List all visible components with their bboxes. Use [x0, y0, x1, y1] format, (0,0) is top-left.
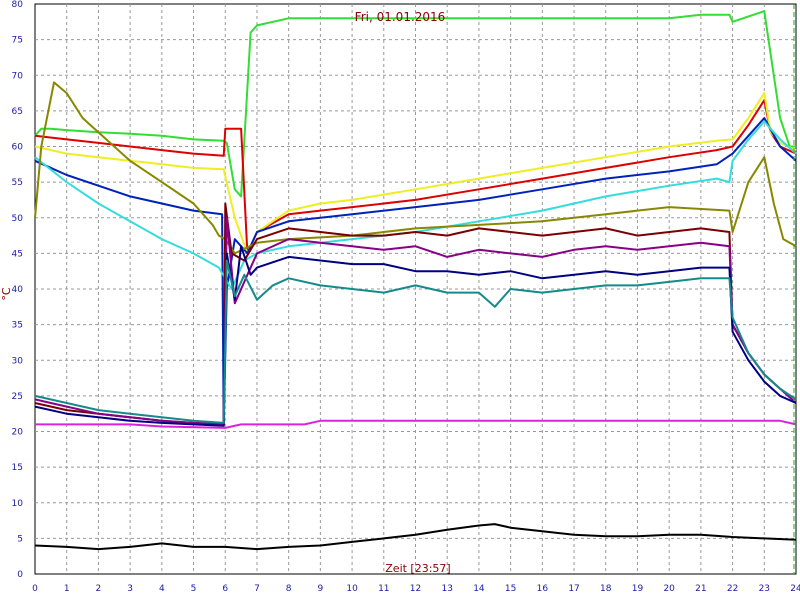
y-tick-label: 55: [12, 178, 23, 188]
y-tick-label: 50: [12, 214, 24, 224]
y-axis-label: °C: [0, 287, 13, 301]
y-tick-label: 15: [12, 463, 23, 473]
x-tick-label: 4: [159, 584, 165, 594]
x-tick-label: 10: [346, 584, 358, 594]
y-tick-label: 65: [12, 107, 23, 117]
x-tick-label: 1: [64, 584, 70, 594]
x-tick-label: 13: [441, 584, 452, 594]
x-axis-label: Zeit [23:57]: [385, 562, 450, 575]
x-tick-label: 14: [473, 584, 485, 594]
x-tick-label: 7: [254, 584, 260, 594]
x-tick-label: 11: [378, 584, 389, 594]
x-tick-label: 2: [96, 584, 102, 594]
x-tick-label: 0: [32, 584, 38, 594]
y-tick-label: 0: [17, 570, 23, 580]
x-tick-label: 9: [318, 584, 324, 594]
x-tick-label: 8: [286, 584, 292, 594]
x-tick-label: 18: [600, 584, 612, 594]
y-tick-label: 75: [12, 36, 23, 46]
x-tick-label: 23: [759, 584, 770, 594]
y-tick-label: 25: [12, 392, 23, 402]
y-tick-label: 40: [12, 285, 24, 295]
x-tick-label: 24: [790, 584, 800, 594]
x-tick-label: 16: [537, 584, 549, 594]
x-tick-label: 3: [127, 584, 133, 594]
x-tick-label: 17: [568, 584, 579, 594]
x-tick-label: 15: [505, 584, 516, 594]
x-tick-label: 6: [222, 584, 228, 594]
x-tick-label: 22: [727, 584, 738, 594]
y-tick-label: 10: [12, 499, 24, 509]
y-tick-label: 60: [12, 143, 24, 153]
y-tick-label: 35: [12, 321, 23, 331]
y-tick-label: 45: [12, 249, 23, 259]
y-tick-label: 70: [12, 71, 24, 81]
y-tick-label: 80: [12, 0, 24, 10]
y-tick-label: 30: [12, 356, 24, 366]
x-tick-label: 5: [191, 584, 197, 594]
x-tick-label: 19: [632, 584, 644, 594]
y-tick-label: 5: [17, 534, 23, 544]
x-tick-label: 21: [695, 584, 706, 594]
chart-title: Fri, 01.01.2016: [355, 10, 446, 24]
temperature-chart: 0 1 2 3 4 5 6 7 8 9 10 11 12 13 14 15 16 17 18 19 20 21 22 23 24…: [0, 0, 800, 594]
y-tick-label: 20: [12, 428, 24, 438]
x-tick-label: 20: [663, 584, 675, 594]
x-tick-label: 12: [410, 584, 421, 594]
